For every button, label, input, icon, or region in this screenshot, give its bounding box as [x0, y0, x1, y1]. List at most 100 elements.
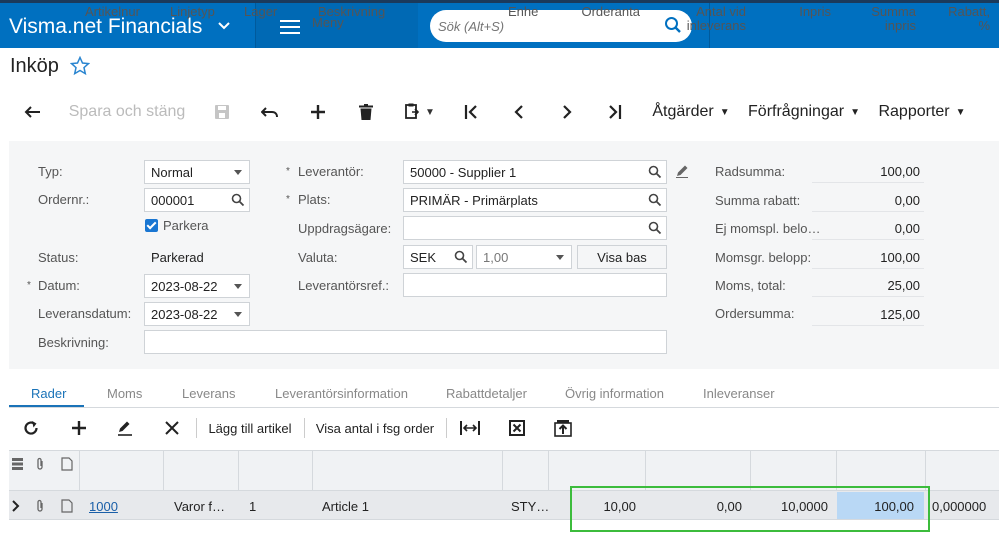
location-field[interactable]: PRIMÄR - Primärplats [403, 188, 667, 212]
tab-delivery[interactable]: Leverans [182, 386, 235, 401]
main-toolbar: Spara och stäng ▼ Åtgärder ▼ Förfrågninga… [0, 92, 999, 132]
search-icon[interactable] [454, 250, 468, 267]
chevron-down-icon [218, 17, 230, 33]
note-icon [61, 457, 73, 474]
col-order-qty[interactable]: Orderanta [556, 5, 640, 19]
export-excel-icon[interactable] [502, 414, 532, 442]
location-value: PRIMÄR - Primärplats [410, 193, 538, 208]
search-input[interactable] [438, 16, 658, 36]
actions-menu[interactable]: Åtgärder ▼ [648, 92, 734, 132]
col-item[interactable]: Artikelnur [85, 5, 147, 19]
favorite-star-icon[interactable] [69, 55, 91, 79]
tab-receipts[interactable]: Inleveranser [703, 386, 775, 401]
hold-checkbox[interactable] [145, 219, 158, 232]
tab-other-info[interactable]: Övrig information [565, 386, 664, 401]
search-icon[interactable] [648, 193, 662, 210]
summary-value: 0,00 [812, 216, 924, 240]
cell-uom[interactable]: STY… [511, 499, 549, 514]
note-icon[interactable] [61, 499, 73, 516]
first-record-icon[interactable] [456, 92, 486, 132]
col-total-price[interactable]: Summa inpris [842, 5, 916, 33]
summary-label: Summa rabatt: [715, 193, 801, 208]
description-field[interactable] [144, 330, 667, 354]
delivery-date-value: 2023-08-22 [151, 307, 218, 322]
required-marker: * [286, 166, 290, 177]
column-divider [548, 451, 549, 491]
hold-label: Parkera [163, 218, 209, 233]
cell-description[interactable]: Article 1 [322, 499, 369, 514]
add-icon[interactable] [302, 92, 334, 132]
next-record-icon[interactable] [552, 92, 582, 132]
view-base-button[interactable]: Visa bas [577, 245, 667, 269]
save-icon[interactable] [206, 92, 238, 132]
col-discount[interactable]: Rabatt, % [930, 5, 990, 33]
reports-label: Rapporter [878, 103, 950, 120]
cell-line-type[interactable]: Varor f… [174, 499, 225, 514]
col-warehouse[interactable]: Lager [244, 5, 277, 19]
column-divider [238, 451, 239, 491]
search-icon[interactable] [648, 221, 662, 238]
item-link[interactable]: 1000 [89, 499, 118, 514]
tab-supplier-info[interactable]: Leverantörsinformation [275, 386, 408, 401]
col-unit-price[interactable]: Inpris [756, 5, 831, 19]
inquiries-menu[interactable]: Förfrågningar ▼ [746, 92, 862, 132]
save-close-button[interactable]: Spara och stäng [64, 92, 190, 132]
search-icon[interactable] [231, 193, 245, 210]
exchange-rate-value: 1,00 [483, 250, 509, 265]
back-arrow-icon[interactable] [14, 92, 50, 132]
col-description[interactable]: Beskrivning [318, 5, 385, 19]
row-selector-icon[interactable] [11, 457, 24, 474]
owner-field[interactable] [403, 216, 667, 240]
order-nr-field[interactable]: 000001 [144, 188, 250, 212]
reports-menu[interactable]: Rapporter ▼ [876, 92, 968, 132]
upload-icon[interactable] [548, 414, 578, 442]
col-line-type[interactable]: Linjetyp [170, 5, 215, 19]
last-record-icon[interactable] [600, 92, 630, 132]
attachment-icon [34, 457, 46, 474]
delete-row-icon[interactable] [157, 414, 187, 442]
column-divider [312, 451, 313, 491]
tab-lines[interactable]: Rader [31, 386, 66, 401]
column-divider [502, 451, 503, 491]
currency-field[interactable]: SEK [403, 245, 473, 269]
supplier-ref-label: Leverantörsref.: [298, 278, 390, 293]
add-row-icon[interactable] [64, 414, 94, 442]
delivery-date-picker[interactable]: 2023-08-22 [144, 302, 250, 326]
cell-warehouse[interactable]: 1 [249, 499, 256, 514]
clipboard-dropdown[interactable]: ▼ [398, 92, 442, 132]
dropdown-arrow-icon [556, 255, 564, 260]
dropdown-arrow-icon [234, 170, 242, 175]
edit-pencil-icon[interactable] [675, 164, 689, 181]
delete-icon[interactable] [350, 92, 382, 132]
supplier-ref-field[interactable] [403, 273, 667, 297]
column-divider [750, 451, 751, 491]
undo-icon[interactable] [254, 92, 286, 132]
date-value: 2023-08-22 [151, 279, 218, 294]
required-marker: * [27, 280, 31, 291]
toolbar-divider [196, 418, 197, 438]
search-icon[interactable] [648, 165, 662, 182]
column-divider [79, 451, 80, 491]
col-uom[interactable]: Enhe [508, 5, 540, 19]
date-picker[interactable]: 2023-08-22 [144, 274, 250, 298]
column-divider [163, 451, 164, 491]
supplier-field[interactable]: 50000 - Supplier 1 [403, 160, 667, 184]
description-label: Beskrivning: [38, 335, 109, 350]
tab-tax[interactable]: Moms [107, 386, 142, 401]
type-select[interactable]: Normal [144, 160, 250, 184]
chevron-down-icon: ▼ [425, 106, 435, 118]
cell-discount[interactable]: 0,000000 [932, 499, 986, 514]
show-qty-button[interactable]: Visa antal i fsg order [311, 414, 439, 442]
refresh-icon[interactable] [16, 414, 46, 442]
edit-icon[interactable] [110, 414, 140, 442]
tab-discount-details[interactable]: Rabattdetaljer [446, 386, 527, 401]
row-expand-icon[interactable] [12, 500, 20, 515]
fit-columns-icon[interactable] [455, 414, 485, 442]
col-qty-receipt[interactable]: Antal vid inleverans [652, 5, 746, 33]
add-item-button[interactable]: Lägg till artikel [203, 414, 297, 442]
attachment-icon[interactable] [34, 499, 46, 516]
exchange-rate-select[interactable]: 1,00 [476, 245, 572, 269]
currency-value: SEK [410, 250, 437, 265]
location-label: Plats: [298, 192, 331, 207]
previous-record-icon[interactable] [504, 92, 534, 132]
